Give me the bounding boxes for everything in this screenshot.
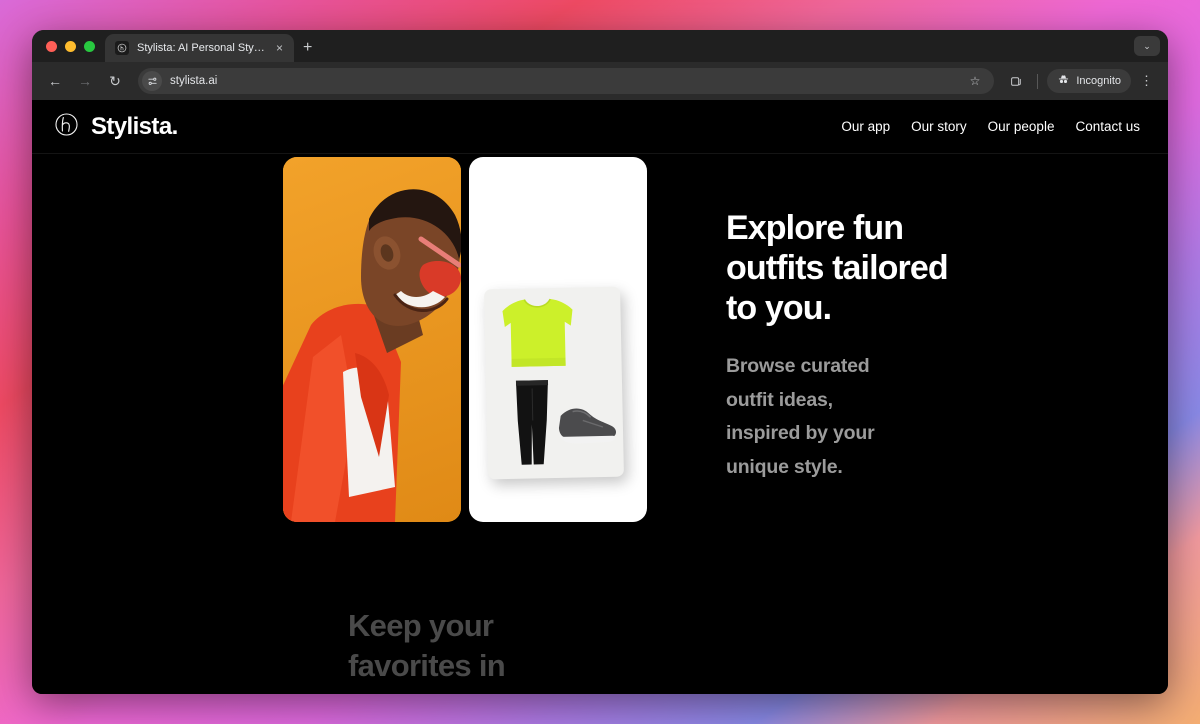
tab-title: Stylista: AI Personal Stylist [137, 42, 265, 54]
page-title: Explore fun outfits tailored to you. [726, 209, 949, 328]
tune-sliders-icon[interactable] [142, 71, 162, 91]
address-bar[interactable]: stylista.ai ☆ [138, 68, 995, 94]
leggings-item [515, 380, 549, 465]
browser-tab-strip: Stylista: AI Personal Stylist × + ⌄ [32, 30, 1168, 62]
hero-copy: Explore fun outfits tailored to you. Bro… [726, 208, 1026, 484]
brand-name: Stylista. [91, 112, 178, 140]
browser-window: Stylista: AI Personal Stylist × + ⌄ ← → … [32, 30, 1168, 694]
hero-subtitle: Browse curated outfit ideas, inspired by… [726, 355, 875, 478]
incognito-hat-icon [1057, 73, 1070, 89]
site-nav: Our app Our story Our people Contact us [841, 119, 1140, 134]
person-illustration [283, 189, 461, 522]
nav-item-our-app[interactable]: Our app [841, 119, 890, 134]
incognito-indicator[interactable]: Incognito [1047, 69, 1131, 93]
omnibox-actions: ☆ [966, 74, 985, 88]
maximize-window-button[interactable] [84, 40, 95, 52]
chevron-down-icon[interactable]: ⌄ [1134, 36, 1160, 56]
brand-logo[interactable]: Stylista. [52, 110, 178, 144]
browser-tab[interactable]: Stylista: AI Personal Stylist × [105, 34, 295, 62]
back-button[interactable]: ← [42, 68, 68, 94]
outfit-inner-card [484, 286, 624, 480]
close-window-button[interactable] [46, 40, 57, 52]
nav-item-our-story[interactable]: Our story [911, 119, 967, 134]
reload-button[interactable]: ↻ [102, 68, 128, 94]
outfit-flatlay-card [469, 157, 647, 522]
browser-toolbar: ← → ↻ stylista.ai ☆ Incognito ⋮ [32, 62, 1168, 100]
favorites-band: Keep your favorites in [32, 592, 1168, 694]
window-traffic-lights [42, 30, 105, 62]
bookmark-star-icon[interactable]: ☆ [966, 74, 985, 88]
new-tab-button[interactable]: + [294, 34, 321, 62]
browser-menu-button[interactable]: ⋮ [1135, 73, 1158, 89]
person-orange-blazer-photo [283, 157, 461, 522]
incognito-label: Incognito [1076, 75, 1121, 87]
site-header: Stylista. Our app Our story Our people C… [32, 100, 1168, 154]
url-text: stylista.ai [170, 75, 218, 87]
tab-strip-right-area: ⌄ [1134, 30, 1168, 62]
split-screen-icon[interactable] [1004, 69, 1028, 93]
favorites-title: Keep your favorites in [348, 608, 506, 683]
close-tab-button[interactable]: × [273, 40, 286, 56]
sneaker-item [558, 408, 617, 444]
nav-item-contact-us[interactable]: Contact us [1075, 119, 1140, 134]
toolbar-divider [1037, 73, 1039, 89]
minimize-window-button[interactable] [65, 40, 76, 52]
stylista-circle-h-logo [52, 110, 81, 144]
nav-item-our-people[interactable]: Our people [988, 119, 1055, 134]
hero-section: Explore fun outfits tailored to you. Bro… [32, 154, 1168, 694]
stylista-logo-icon [115, 41, 129, 55]
outfit-items [502, 298, 617, 465]
crop-top-item [502, 298, 573, 367]
forward-button[interactable]: → [72, 68, 98, 94]
page-content: Stylista. Our app Our story Our people C… [32, 100, 1168, 694]
